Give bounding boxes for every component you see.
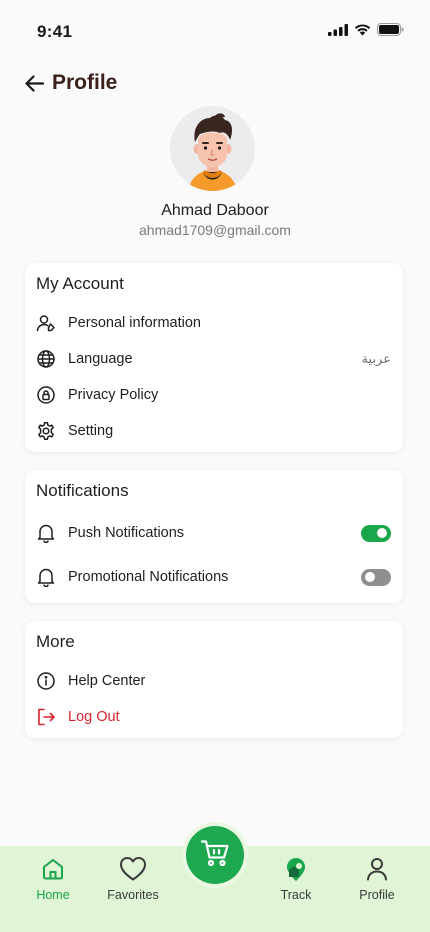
- privacy-policy-label: Privacy Policy: [68, 387, 159, 403]
- signal-icon: [328, 23, 348, 41]
- personal-information-label: Personal information: [68, 315, 201, 331]
- bell-icon: [36, 567, 56, 587]
- notifications-card: Notifications Push Notifications Promoti…: [25, 470, 403, 603]
- heart-icon: [93, 854, 173, 884]
- section-title-notifications: Notifications: [36, 481, 129, 500]
- promotional-notifications-toggle[interactable]: [361, 568, 391, 586]
- location-icon: [256, 854, 336, 884]
- user-icon: [337, 854, 417, 884]
- globe-icon: [36, 349, 56, 369]
- cart-icon: [200, 839, 230, 872]
- avatar[interactable]: [170, 106, 255, 191]
- shield-lock-icon: [36, 385, 56, 405]
- help-center-label: Help Center: [68, 673, 146, 689]
- status-bar: 9:41: [0, 0, 430, 64]
- wifi-icon: [354, 23, 371, 41]
- tab-track-label: Track: [280, 888, 312, 902]
- toggle-knob: [377, 528, 387, 538]
- status-time: 9:41: [37, 22, 73, 41]
- tab-favorites[interactable]: Favorites: [93, 854, 173, 902]
- tab-home-label: Home: [36, 888, 70, 902]
- user-email: ahmad1709@gmail.com: [139, 222, 291, 238]
- privacy-policy-row[interactable]: Privacy Policy: [36, 377, 391, 413]
- language-value: عربية: [361, 351, 391, 366]
- bell-icon: [36, 523, 56, 543]
- info-icon: [36, 671, 56, 691]
- toggle-knob: [365, 572, 375, 582]
- home-icon: [13, 854, 93, 884]
- push-notifications-row: Push Notifications: [36, 512, 391, 554]
- back-arrow-icon[interactable]: [24, 73, 44, 93]
- gear-icon: [36, 421, 56, 441]
- tab-favorites-label: Favorites: [107, 888, 159, 902]
- user-name: Ahmad Daboor: [161, 202, 269, 219]
- setting-label: Setting: [68, 423, 114, 439]
- page-header: Profile: [24, 68, 117, 98]
- promotional-notifications-label: Promotional Notifications: [68, 569, 229, 585]
- tab-track[interactable]: Track: [256, 854, 336, 902]
- my-account-card: My Account Personal information Language…: [25, 263, 403, 452]
- promotional-notifications-row: Promotional Notifications: [36, 554, 391, 600]
- log-out-label: Log Out: [68, 709, 120, 725]
- more-card: More Help Center Log Out: [25, 621, 403, 738]
- help-center-row[interactable]: Help Center: [36, 663, 391, 699]
- tab-profile-label: Profile: [359, 888, 395, 902]
- personal-information-row[interactable]: Personal information: [36, 305, 391, 341]
- language-label: Language: [68, 351, 133, 367]
- log-out-row[interactable]: Log Out: [36, 699, 391, 735]
- section-title-more: More: [36, 632, 75, 651]
- setting-row[interactable]: Setting: [36, 413, 391, 449]
- battery-icon: [377, 23, 404, 41]
- user-edit-icon: [36, 313, 56, 333]
- tab-profile[interactable]: Profile: [337, 854, 417, 902]
- section-title-my-account: My Account: [36, 274, 124, 293]
- tab-home[interactable]: Home: [13, 854, 93, 902]
- language-row[interactable]: Language عربية: [36, 341, 391, 377]
- push-notifications-toggle[interactable]: [361, 524, 391, 542]
- status-icons: [328, 23, 404, 41]
- push-notifications-label: Push Notifications: [68, 525, 185, 541]
- page-title: Profile: [52, 71, 118, 94]
- logout-icon: [36, 707, 56, 727]
- cart-button[interactable]: [186, 826, 244, 884]
